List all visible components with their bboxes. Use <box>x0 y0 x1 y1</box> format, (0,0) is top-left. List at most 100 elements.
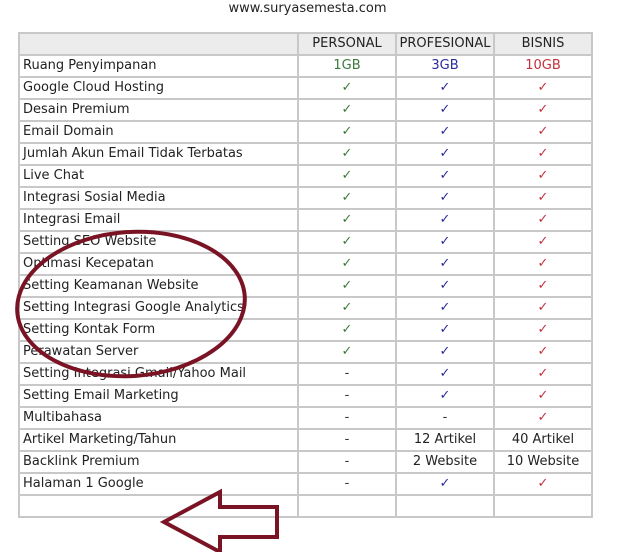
feature-cell: Desain Premium <box>18 98 299 122</box>
check-icon-personal: ✓ <box>297 274 397 298</box>
feature-cell: Integrasi Email <box>18 208 299 232</box>
table-header-row: PERSONAL PROFESIONAL BISNIS <box>18 32 593 56</box>
value-personal: - <box>297 406 397 430</box>
table-row: Desain Premium ✓ ✓ ✓ <box>18 98 593 122</box>
site-url: www.suryasemesta.com <box>228 1 387 16</box>
table-row: Setting Keamanan Website ✓ ✓ ✓ <box>18 274 593 298</box>
table-row: Integrasi Sosial Media ✓ ✓ ✓ <box>18 186 593 210</box>
feature-cell <box>18 494 299 518</box>
feature-cell: Email Domain <box>18 120 299 144</box>
check-icon-personal: ✓ <box>297 340 397 364</box>
check-icon-profesional: ✓ <box>395 142 495 166</box>
check-icon-personal: ✓ <box>297 98 397 122</box>
header-profesional: PROFESIONAL <box>395 32 495 56</box>
table-row: Perawatan Server ✓ ✓ ✓ <box>18 340 593 364</box>
check-icon-bisnis: ✓ <box>493 384 593 408</box>
value-profesional <box>395 494 495 518</box>
value-bisnis: 10GB <box>493 54 593 78</box>
check-icon-personal: ✓ <box>297 230 397 254</box>
check-icon-personal: ✓ <box>297 318 397 342</box>
header-bisnis: BISNIS <box>493 32 593 56</box>
check-icon-profesional: ✓ <box>395 98 495 122</box>
table-row: Setting Kontak Form ✓ ✓ ✓ <box>18 318 593 342</box>
check-icon-profesional: ✓ <box>395 164 495 188</box>
table-row: Ruang Penyimpanan 1GB 3GB 10GB <box>18 54 593 78</box>
table-row <box>18 494 593 518</box>
table-row: Integrasi Email ✓ ✓ ✓ <box>18 208 593 232</box>
table-row: Setting Email Marketing - ✓ ✓ <box>18 384 593 408</box>
check-icon-personal: ✓ <box>297 208 397 232</box>
check-icon-bisnis: ✓ <box>493 274 593 298</box>
value-personal: - <box>297 384 397 408</box>
check-icon-personal: ✓ <box>297 296 397 320</box>
feature-cell: Perawatan Server <box>18 340 299 364</box>
check-icon-bisnis: ✓ <box>493 186 593 210</box>
table-row: Live Chat ✓ ✓ ✓ <box>18 164 593 188</box>
feature-cell: Setting Kontak Form <box>18 318 299 342</box>
check-icon-bisnis: ✓ <box>493 230 593 254</box>
check-icon-profesional: ✓ <box>395 362 495 386</box>
check-icon-bisnis: ✓ <box>493 362 593 386</box>
check-icon-bisnis: ✓ <box>493 142 593 166</box>
check-icon-bisnis: ✓ <box>493 76 593 100</box>
check-icon-profesional: ✓ <box>395 120 495 144</box>
check-icon-profesional: ✓ <box>395 208 495 232</box>
value-personal: - <box>297 472 397 496</box>
check-icon-bisnis: ✓ <box>493 164 593 188</box>
feature-cell: Artikel Marketing/Tahun <box>18 428 299 452</box>
check-icon-profesional: ✓ <box>395 76 495 100</box>
check-icon-profesional: ✓ <box>395 318 495 342</box>
check-icon-bisnis: ✓ <box>493 340 593 364</box>
value-profesional: 3GB <box>395 54 495 78</box>
check-icon-bisnis: ✓ <box>493 98 593 122</box>
check-icon-personal: ✓ <box>297 186 397 210</box>
table-row: Optimasi Kecepatan ✓ ✓ ✓ <box>18 252 593 276</box>
check-icon-profesional: ✓ <box>395 296 495 320</box>
feature-cell: Integrasi Sosial Media <box>18 186 299 210</box>
value-personal: 1GB <box>297 54 397 78</box>
table-row: Jumlah Akun Email Tidak Terbatas ✓ ✓ ✓ <box>18 142 593 166</box>
feature-cell: Halaman 1 Google <box>18 472 299 496</box>
value-personal <box>297 494 397 518</box>
feature-cell: Setting Email Marketing <box>18 384 299 408</box>
feature-cell: Setting Integrasi Gmail/Yahoo Mail <box>18 362 299 386</box>
table-row: Halaman 1 Google - ✓ ✓ <box>18 472 593 496</box>
check-icon-bisnis: ✓ <box>493 472 593 496</box>
table-row: Email Domain ✓ ✓ ✓ <box>18 120 593 144</box>
table-row: Setting SEO Website ✓ ✓ ✓ <box>18 230 593 254</box>
value-bisnis: 10 Website <box>493 450 593 474</box>
value-personal: - <box>297 450 397 474</box>
table-row: Multibahasa - - ✓ <box>18 406 593 430</box>
check-icon-bisnis: ✓ <box>493 318 593 342</box>
value-bisnis: 40 Artikel <box>493 428 593 452</box>
value-profesional: 2 Website <box>395 450 495 474</box>
check-icon-profesional: ✓ <box>395 340 495 364</box>
value-personal: - <box>297 428 397 452</box>
check-icon-profesional: ✓ <box>395 186 495 210</box>
table-row: Artikel Marketing/Tahun -12 Artikel 40 Art… <box>18 428 593 452</box>
check-icon-profesional: ✓ <box>395 230 495 254</box>
feature-cell: Jumlah Akun Email Tidak Terbatas <box>18 142 299 166</box>
feature-cell: Ruang Penyimpanan <box>18 54 299 78</box>
feature-cell: Setting SEO Website <box>18 230 299 254</box>
check-icon-profesional: ✓ <box>395 274 495 298</box>
check-icon-profesional: ✓ <box>395 252 495 276</box>
feature-cell: Live Chat <box>18 164 299 188</box>
pricing-table: PERSONAL PROFESIONAL BISNIS Ruang Penyim… <box>18 32 593 518</box>
check-icon-personal: ✓ <box>297 120 397 144</box>
value-profesional: - <box>395 406 495 430</box>
feature-cell: Optimasi Kecepatan <box>18 252 299 276</box>
check-icon-bisnis: ✓ <box>493 208 593 232</box>
check-icon-personal: ✓ <box>297 76 397 100</box>
header-feature <box>18 32 299 56</box>
header-personal: PERSONAL <box>297 32 397 56</box>
check-icon-bisnis: ✓ <box>493 406 593 430</box>
check-icon-bisnis: ✓ <box>493 296 593 320</box>
table-row: Setting Integrasi Google Analytics ✓ ✓ ✓ <box>18 296 593 320</box>
check-icon-personal: ✓ <box>297 142 397 166</box>
value-profesional: 12 Artikel <box>395 428 495 452</box>
feature-cell: Google Cloud Hosting <box>18 76 299 100</box>
feature-cell: Setting Keamanan Website <box>18 274 299 298</box>
table-row: Setting Integrasi Gmail/Yahoo Mail - ✓ ✓ <box>18 362 593 386</box>
feature-cell: Multibahasa <box>18 406 299 430</box>
